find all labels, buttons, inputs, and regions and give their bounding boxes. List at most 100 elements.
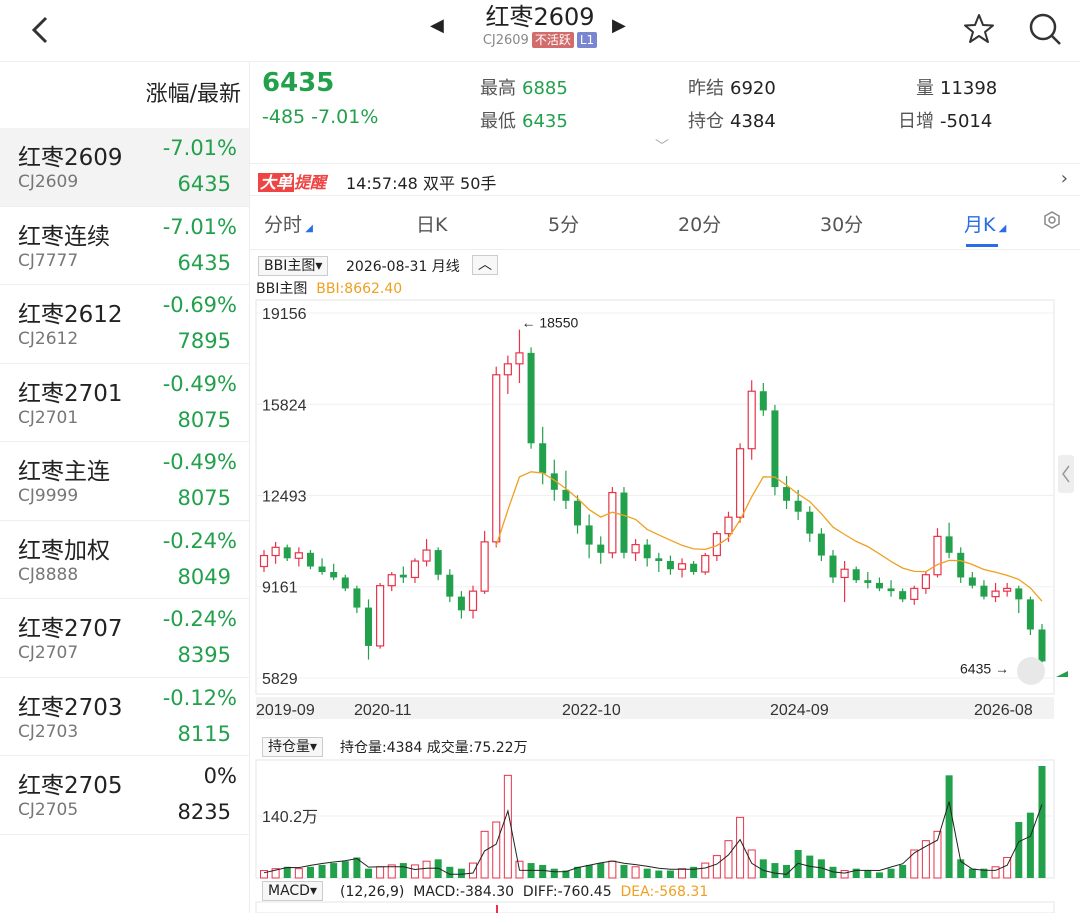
change-percent: -0.12%	[162, 685, 237, 710]
high-field: 最高 6885	[480, 78, 568, 99]
chevron-right-icon[interactable]: ›	[1061, 168, 1068, 189]
tab-monthly-k[interactable]: 月K ◢	[964, 210, 1006, 247]
contract-code: CJ2612	[18, 329, 79, 349]
tab-20min[interactable]: 20分	[678, 210, 721, 237]
candle-body	[585, 525, 593, 545]
candle-body	[468, 590, 478, 611]
volume-field: 量 11398	[916, 78, 998, 99]
expand-chevron-icon[interactable]: ﹀	[655, 136, 669, 156]
volume-bar	[945, 775, 953, 878]
last-price: 6435	[262, 68, 335, 98]
watchlist-item[interactable]: 红枣2609 CJ2609 -7.01% 6435	[0, 128, 249, 207]
contract-code: CJ2609	[482, 33, 529, 48]
oi-indicator-button[interactable]: 持仓量▾	[262, 736, 324, 757]
search-icon[interactable]	[1026, 10, 1064, 48]
watchlist-item[interactable]: 红枣2701 CJ2701 -0.49% 8075	[0, 364, 249, 442]
volume-bar	[585, 864, 593, 878]
macd-indicator-button[interactable]: MACD▾	[262, 881, 323, 901]
big-order-alert-bar[interactable]: 大单 提醒 14:57:48 双平 50手 ›	[250, 164, 1080, 196]
watchlist-panel: 涨幅/最新 红枣2609 CJ2609 -7.01% 6435 红枣连续 CJ7777 -7…	[0, 62, 250, 913]
candle-body	[631, 543, 640, 554]
watchlist-item[interactable]: 红枣连续 CJ7777 -7.01% 6435	[0, 207, 249, 285]
oi-y-tick: 140.2万	[262, 809, 318, 826]
candle-body	[735, 448, 745, 518]
candle-body	[330, 571, 338, 578]
volume-bar	[410, 864, 419, 879]
candle-body	[933, 535, 942, 576]
back-icon[interactable]	[22, 10, 62, 50]
latest-price: 7895	[177, 329, 231, 353]
volume-bar	[701, 862, 710, 879]
open-interest-field: 持仓 4384	[688, 111, 776, 132]
volume-bar	[736, 816, 745, 879]
top-bar: ◀ 红枣2609 CJ2609 不活跃 L1 ▶	[0, 0, 1080, 62]
y-tick-label: 12493	[262, 488, 307, 505]
candle-body	[980, 585, 988, 597]
volume-bar	[864, 870, 872, 878]
candle-body	[620, 492, 628, 553]
candle-body	[387, 574, 396, 587]
candle-body	[852, 569, 860, 581]
candle-body	[527, 352, 535, 444]
next-contract-icon[interactable]: ▶	[612, 14, 632, 38]
watchlist-header[interactable]: 涨幅/最新	[0, 62, 249, 128]
volume-bar	[306, 866, 314, 878]
watchlist-item[interactable]: 红枣加权 CJ8888 -0.24% 8049	[0, 521, 249, 599]
tab-5min[interactable]: 5分	[548, 210, 579, 237]
contract-code: CJ8888	[18, 564, 79, 585]
tab-daily-k[interactable]: 日K	[416, 210, 447, 237]
volume-bar	[655, 870, 663, 878]
latest-price: 6435	[177, 172, 231, 196]
candle-body	[608, 491, 617, 554]
candle-body	[365, 607, 373, 646]
candle-body	[690, 563, 698, 572]
contract-code: CJ7777	[18, 250, 79, 271]
candle-body	[887, 588, 895, 592]
tab-intraday[interactable]: 分时 ◢	[264, 210, 313, 237]
watchlist-item[interactable]: 红枣2705 CJ2705 0% 8235	[0, 756, 249, 835]
change-percent: -7.01%	[162, 136, 237, 160]
x-tick-label: 2024-09	[770, 702, 829, 719]
contract-name: 红枣2703	[18, 694, 123, 721]
candle-body	[434, 550, 442, 575]
latest-price: 8075	[177, 407, 231, 432]
candlestick-chart[interactable]: 19156 15824 12493 9161 5829 ← 18550 6435 → 2019…	[250, 250, 1080, 913]
candle-body	[539, 443, 547, 474]
candle-body	[759, 391, 767, 411]
contract-name: 红枣连续	[18, 223, 110, 250]
volume-bar	[991, 866, 1000, 879]
y-tick-label: 9161	[262, 580, 298, 597]
latest-price: 8395	[177, 643, 231, 667]
watchlist-item[interactable]: 红枣主连 CJ9999 -0.49% 8075	[0, 442, 249, 521]
change-percent: -0.49%	[162, 371, 237, 396]
latest-price: 8075	[177, 486, 231, 510]
settings-icon[interactable]	[1042, 210, 1062, 235]
change-percent: 0%	[203, 764, 237, 788]
volume-bar	[341, 861, 349, 878]
watchlist-item[interactable]: 红枣2707 CJ2707 -0.24% 8395	[0, 599, 249, 678]
inactive-badge: 不活跃	[531, 32, 574, 48]
candle-body	[294, 552, 303, 559]
volume-bar	[968, 868, 976, 878]
candle-body	[724, 516, 733, 535]
candle-body	[515, 352, 524, 365]
x-tick-label: 2026-08	[974, 702, 1033, 719]
volume-bar	[503, 774, 512, 879]
change-percent: -0.24%	[162, 607, 237, 631]
volume-bar	[631, 866, 640, 879]
watchlist-item[interactable]: 红枣2612 CJ2612 -0.69% 7895	[0, 285, 249, 364]
volume-bar	[608, 860, 617, 879]
candle-body	[376, 585, 385, 647]
tab-30min[interactable]: 30分	[820, 210, 863, 237]
volume-bar	[365, 868, 373, 878]
candle-body	[574, 500, 582, 526]
candle-body	[945, 536, 953, 553]
volume-bar	[957, 859, 965, 878]
x-tick-label: 2022-10	[562, 702, 621, 719]
star-icon[interactable]	[960, 10, 998, 48]
candle-body	[771, 410, 779, 488]
volume-bar	[724, 840, 733, 879]
candle-body	[422, 549, 431, 562]
watchlist-item[interactable]: 红枣2703 CJ2703 -0.12% 8115	[0, 678, 249, 756]
volume-bar	[539, 864, 547, 878]
